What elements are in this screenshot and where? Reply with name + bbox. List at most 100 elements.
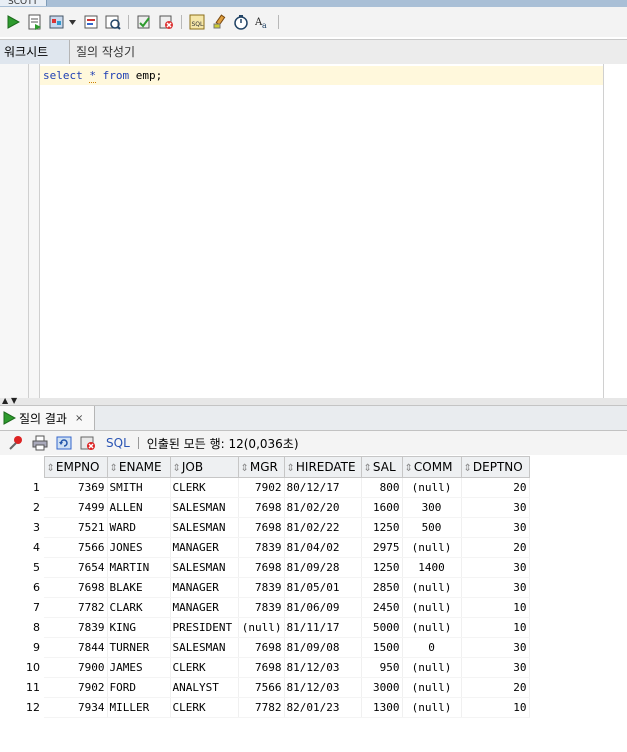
cell-comm[interactable]: (null) (402, 577, 462, 598)
cell-ename[interactable]: MILLER (107, 697, 171, 718)
table-row[interactable]: 8 7839 KING PRESIDENT (null) 81/11/17 5000 (nul… (0, 617, 530, 638)
column-header-deptno[interactable]: ⇕DEPTNO (460, 456, 530, 478)
cell-job[interactable]: CLERK (170, 657, 239, 678)
cell-comm[interactable]: (null) (402, 617, 462, 638)
cell-deptno[interactable]: 30 (461, 517, 530, 538)
sql-tuning-icon[interactable] (104, 13, 122, 31)
cell-deptno[interactable]: 20 (461, 537, 530, 558)
column-header-empno[interactable]: ⇕EMPNO (43, 456, 108, 478)
cell-job[interactable]: ANALYST (170, 677, 239, 698)
cell-ename[interactable]: MARTIN (107, 557, 171, 578)
commit-icon[interactable] (135, 13, 153, 31)
sql-code[interactable]: select * from emp; (43, 68, 162, 83)
cell-ename[interactable]: BLAKE (107, 577, 171, 598)
cell-sal[interactable]: 1250 (361, 557, 403, 578)
cell-mgr[interactable]: 7902 (238, 477, 285, 498)
cell-mgr[interactable]: (null) (238, 617, 285, 638)
cell-deptno[interactable]: 30 (461, 577, 530, 598)
cell-empno[interactable]: 7499 (44, 497, 108, 518)
cell-ename[interactable]: KING (107, 617, 171, 638)
delete-icon[interactable] (79, 434, 97, 452)
cell-hiredate[interactable]: 81/06/09 (284, 597, 362, 618)
splitter-down-icon[interactable]: ▼ (11, 396, 17, 405)
cell-deptno[interactable]: 10 (461, 697, 530, 718)
cell-sal[interactable]: 2450 (361, 597, 403, 618)
cell-comm[interactable]: (null) (402, 657, 462, 678)
cell-empno[interactable]: 7902 (44, 677, 108, 698)
cell-ename[interactable]: CLARK (107, 597, 171, 618)
cell-deptno[interactable]: 30 (461, 657, 530, 678)
cell-deptno[interactable]: 10 (461, 617, 530, 638)
cell-job[interactable]: SALESMAN (170, 517, 239, 538)
cell-empno[interactable]: 7698 (44, 577, 108, 598)
table-row[interactable]: 11 7902 FORD ANALYST 7566 81/12/03 3000 (null) 2… (0, 677, 530, 698)
table-row[interactable]: 2 7499 ALLEN SALESMAN 7698 81/02/20 1600 300 30 (0, 497, 530, 518)
cell-hiredate[interactable]: 81/02/22 (284, 517, 362, 538)
table-row[interactable]: 6 7698 BLAKE MANAGER 7839 81/05/01 2850 (null) 3… (0, 577, 530, 598)
cell-sal[interactable]: 950 (361, 657, 403, 678)
cell-sal[interactable]: 1300 (361, 697, 403, 718)
cell-ename[interactable]: FORD (107, 677, 171, 698)
cell-mgr[interactable]: 7839 (238, 597, 285, 618)
cell-job[interactable]: SALESMAN (170, 557, 239, 578)
cell-empno[interactable]: 7521 (44, 517, 108, 538)
column-header-ename[interactable]: ⇕ENAME (106, 456, 171, 478)
cell-empno[interactable]: 7654 (44, 557, 108, 578)
cell-comm[interactable]: (null) (402, 697, 462, 718)
cell-deptno[interactable]: 30 (461, 637, 530, 658)
cell-hiredate[interactable]: 80/12/17 (284, 477, 362, 498)
run-script-icon[interactable] (26, 13, 44, 31)
column-header-hiredate[interactable]: ⇕HIREDATE (283, 456, 362, 478)
tab-query-result[interactable]: 질의 결과 × (0, 406, 95, 430)
column-header-job[interactable]: ⇕JOB (169, 456, 239, 478)
cell-mgr[interactable]: 7698 (238, 557, 285, 578)
cell-mgr[interactable]: 7839 (238, 577, 285, 598)
cell-sal[interactable]: 1250 (361, 517, 403, 538)
change-case-icon[interactable]: Aa (254, 13, 272, 31)
cell-job[interactable]: MANAGER (170, 577, 239, 598)
cell-deptno[interactable]: 30 (461, 557, 530, 578)
autotrace-dropdown-icon[interactable] (68, 13, 76, 31)
cell-mgr[interactable]: 7839 (238, 537, 285, 558)
tab-worksheet[interactable]: 워크시트 (0, 40, 70, 64)
cell-comm[interactable]: 1400 (402, 557, 462, 578)
explain-plan-icon[interactable] (82, 13, 100, 31)
cell-ename[interactable]: WARD (107, 517, 171, 538)
cell-sal[interactable]: 800 (361, 477, 403, 498)
sql-history-icon[interactable]: SQL (188, 13, 206, 31)
cell-empno[interactable]: 7844 (44, 637, 108, 658)
cell-job[interactable]: CLERK (170, 477, 239, 498)
cell-sal[interactable]: 2850 (361, 577, 403, 598)
cell-hiredate[interactable]: 81/12/03 (284, 657, 362, 678)
column-header-mgr[interactable]: ⇕MGR (237, 456, 285, 478)
cell-sal[interactable]: 1600 (361, 497, 403, 518)
cell-hiredate[interactable]: 81/02/20 (284, 497, 362, 518)
cell-ename[interactable]: ALLEN (107, 497, 171, 518)
cell-job[interactable]: MANAGER (170, 597, 239, 618)
cell-comm[interactable]: (null) (402, 677, 462, 698)
print-icon[interactable] (31, 434, 49, 452)
cell-ename[interactable]: JONES (107, 537, 171, 558)
close-icon[interactable]: × (75, 413, 83, 424)
cell-ename[interactable]: JAMES (107, 657, 171, 678)
cell-sal[interactable]: 2975 (361, 537, 403, 558)
table-row[interactable]: 3 7521 WARD SALESMAN 7698 81/02/22 1250 500 30 (0, 517, 530, 538)
cell-deptno[interactable]: 10 (461, 597, 530, 618)
table-row[interactable]: 9 7844 TURNER SALESMAN 7698 81/09/08 1500 0 30 (0, 637, 530, 658)
tab-query-builder[interactable]: 질의 작성기 (76, 40, 186, 64)
clear-icon[interactable] (210, 13, 228, 31)
cell-job[interactable]: PRESIDENT (170, 617, 239, 638)
pin-icon[interactable] (7, 434, 25, 452)
editor-scrollbar[interactable] (603, 64, 627, 398)
cell-sal[interactable]: 1500 (361, 637, 403, 658)
cell-deptno[interactable]: 20 (461, 477, 530, 498)
cell-mgr[interactable]: 7698 (238, 517, 285, 538)
table-row[interactable]: 12 7934 MILLER CLERK 7782 82/01/23 1300 (null) 1… (0, 697, 530, 718)
cell-hiredate[interactable]: 81/09/28 (284, 557, 362, 578)
cell-comm[interactable]: (null) (402, 477, 462, 498)
cell-mgr[interactable]: 7782 (238, 697, 285, 718)
cell-comm[interactable]: 300 (402, 497, 462, 518)
cell-deptno[interactable]: 20 (461, 677, 530, 698)
cell-mgr[interactable]: 7698 (238, 657, 285, 678)
cell-empno[interactable]: 7900 (44, 657, 108, 678)
